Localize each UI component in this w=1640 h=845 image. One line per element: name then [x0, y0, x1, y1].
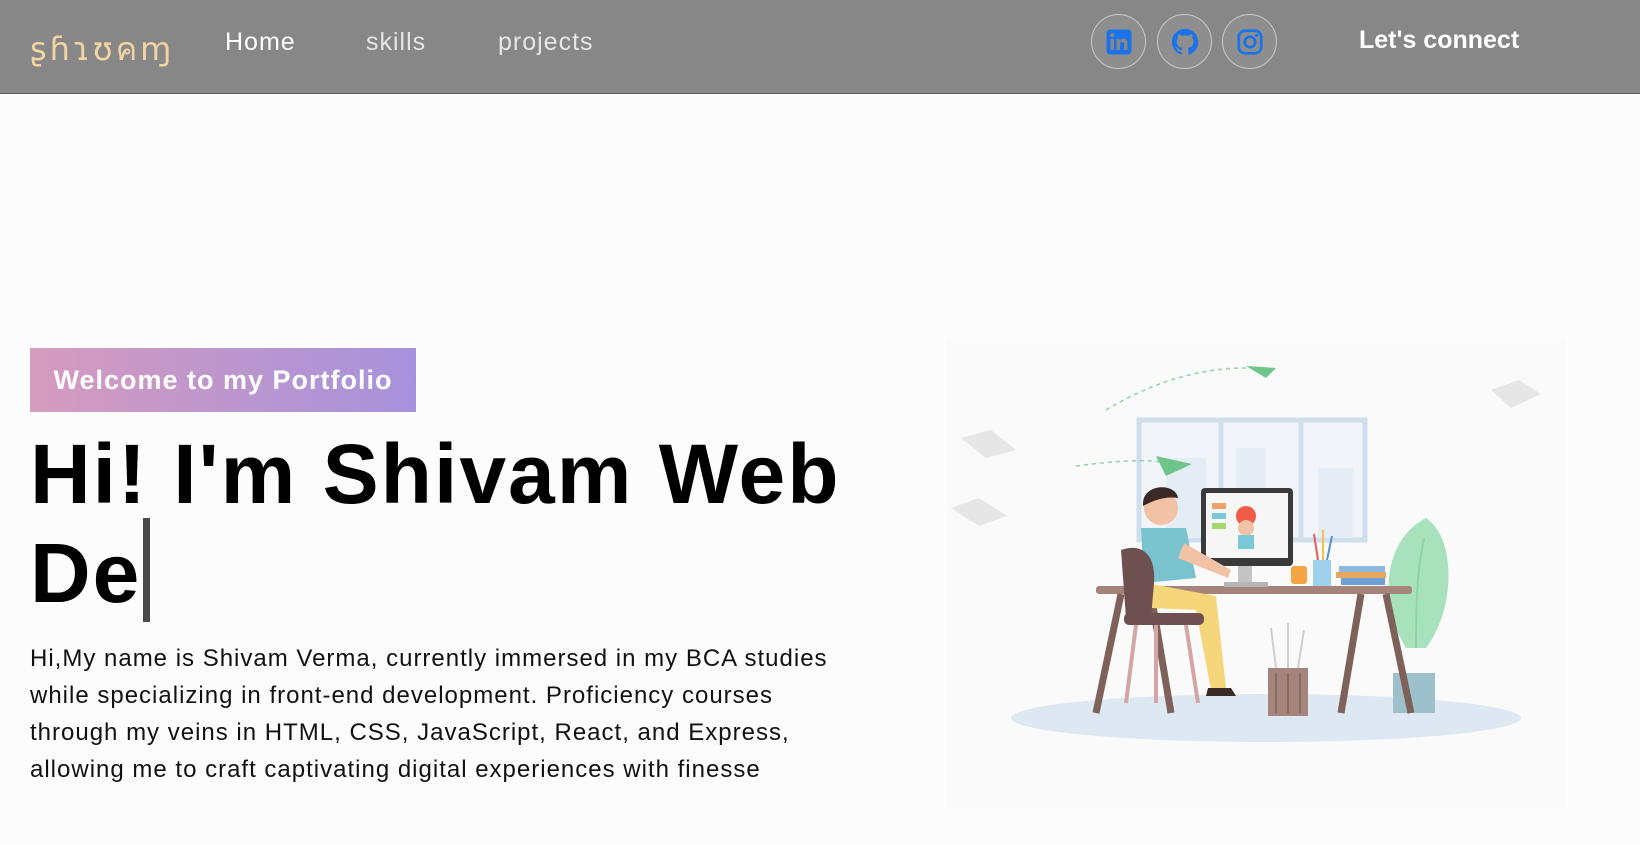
- linkedin-icon: [1106, 29, 1131, 54]
- github-icon: [1171, 28, 1198, 55]
- typing-cursor: [143, 518, 151, 622]
- developer-at-desk-illustration: [946, 338, 1566, 808]
- intro-paragraph: Hi,My name is Shivam Verma, currently im…: [30, 645, 828, 783]
- hero-headline: Hi! I'm Shivam Web De: [30, 430, 890, 622]
- nav-link-skills[interactable]: skills: [366, 28, 426, 57]
- illustration-graphic: [951, 366, 1541, 742]
- linkedin-button[interactable]: [1091, 14, 1146, 69]
- site-logo[interactable]: ʂɦɿʊคɱ: [30, 24, 174, 75]
- navbar: ʂɦɿʊคɱ Home skills projects Let's connec…: [0, 0, 1640, 94]
- lets-connect-button[interactable]: Let's connect: [1359, 26, 1519, 55]
- nav-link-home[interactable]: Home: [225, 28, 296, 57]
- welcome-tagline: Welcome to my Portfolio: [30, 348, 416, 412]
- instagram-icon: [1236, 28, 1263, 55]
- instagram-button[interactable]: [1222, 14, 1277, 69]
- nav-link-projects[interactable]: projects: [498, 28, 594, 57]
- github-button[interactable]: [1157, 14, 1212, 69]
- typed-headline-text: Hi! I'm Shivam Web De: [30, 427, 841, 620]
